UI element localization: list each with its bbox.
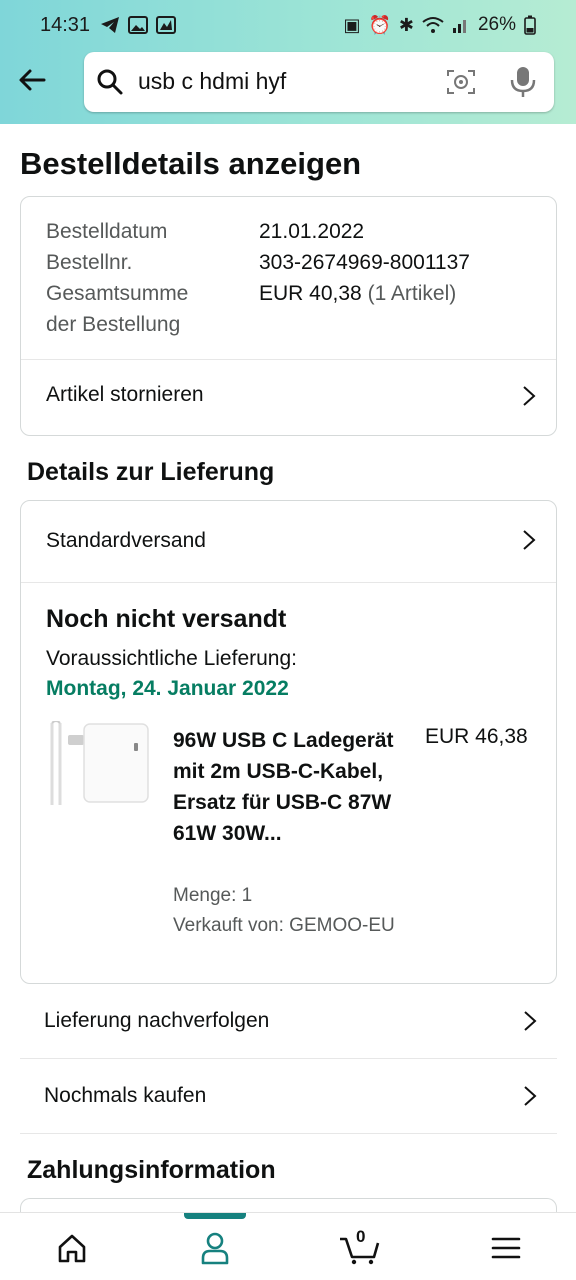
menu-icon[interactable] xyxy=(486,1231,526,1265)
chevron-right-icon xyxy=(524,1086,537,1106)
bluetooth-icon: ✱ xyxy=(398,15,414,35)
bottom-navigation: 0 xyxy=(0,1212,576,1280)
divider xyxy=(21,359,556,360)
payment-section-title: Zahlungsinformation xyxy=(27,1156,276,1184)
product-seller: Verkauft von: GEMOO-EU xyxy=(173,915,395,936)
product-price: EUR 46,38 xyxy=(425,725,528,748)
order-total-label: Gesamtsumme xyxy=(46,282,188,306)
signal-icon xyxy=(452,20,466,33)
microphone-icon[interactable] xyxy=(510,66,536,98)
back-arrow-icon[interactable] xyxy=(16,64,48,96)
delivery-card: Standardversand Noch nicht versandt Vora… xyxy=(20,500,557,984)
chart-icon xyxy=(156,16,177,34)
account-icon[interactable] xyxy=(195,1231,235,1265)
active-tab-indicator xyxy=(184,1213,246,1219)
track-delivery-row[interactable]: Lieferung nachverfolgen xyxy=(20,985,557,1059)
order-summary-card: Bestelldatum 21.01.2022 Bestellnr. 303-2… xyxy=(20,196,557,436)
image-icon xyxy=(128,16,149,34)
product-quantity: Menge: 1 xyxy=(173,885,253,906)
track-delivery-label: Lieferung nachverfolgen xyxy=(44,1009,270,1032)
delivery-eta-date: Montag, 24. Januar 2022 xyxy=(46,677,289,700)
home-icon[interactable] xyxy=(52,1231,92,1265)
system-icons: ▣ ⏰ ✱ 26% xyxy=(343,14,536,36)
app-header: 14:31 ▣ ⏰ ✱ 26% usb c hdmi hyf xyxy=(0,0,576,124)
buy-again-label: Nochmals kaufen xyxy=(44,1084,207,1107)
order-total-items: (1 Artikel) xyxy=(367,282,457,305)
shipment-status: Noch nicht versandt xyxy=(46,605,287,633)
product-title[interactable]: 96W USB C Ladegerät mit 2m USB-C-Kabel, … xyxy=(173,725,403,849)
search-icon xyxy=(97,69,123,95)
order-date-value: 21.01.2022 xyxy=(259,220,365,243)
battery-percent: 26% xyxy=(477,14,516,35)
product-image[interactable] xyxy=(46,721,150,809)
cart-button[interactable]: 0 xyxy=(338,1227,382,1265)
order-number-value: 303-2674969-8001137 xyxy=(259,251,470,274)
page-title: Bestelldetails anzeigen xyxy=(20,146,362,181)
chevron-right-icon xyxy=(523,530,536,550)
search-input[interactable]: usb c hdmi hyf xyxy=(84,52,554,112)
camera-search-icon[interactable] xyxy=(446,68,476,96)
search-row: usb c hdmi hyf xyxy=(0,52,576,112)
cancel-items-link[interactable]: Artikel stornieren xyxy=(46,383,204,407)
delivery-eta-label: Voraussichtliche Lieferung: xyxy=(46,647,297,670)
status-time: 14:31 xyxy=(40,13,91,36)
alarm-icon: ⏰ xyxy=(368,15,391,35)
wifi-icon xyxy=(422,17,444,33)
order-total-label-2: der Bestellung xyxy=(46,313,180,337)
divider xyxy=(21,582,556,583)
search-query: usb c hdmi hyf xyxy=(138,68,287,94)
order-total-label-line1: Gesamtsumme xyxy=(46,282,189,305)
cart-count: 0 xyxy=(356,1227,366,1246)
order-number-label: Bestellnr. xyxy=(46,251,133,274)
telegram-icon xyxy=(101,17,120,33)
chevron-right-icon xyxy=(524,1011,537,1031)
order-total-amount: EUR 40,38 xyxy=(259,282,362,305)
notification-icons xyxy=(100,16,177,34)
delivery-section-title: Details zur Lieferung xyxy=(27,458,275,486)
order-total-value: EUR 40,38 (1 Artikel) xyxy=(259,282,456,306)
battery-icon xyxy=(524,15,536,35)
order-date-label: Bestelldatum xyxy=(46,220,168,243)
status-bar: 14:31 ▣ ⏰ ✱ 26% xyxy=(0,0,576,50)
chevron-right-icon xyxy=(523,386,536,406)
buy-again-row[interactable]: Nochmals kaufen xyxy=(20,1060,557,1134)
order-total-label-line2: der Bestellung xyxy=(46,313,181,336)
shipping-method-link[interactable]: Standardversand xyxy=(46,529,206,553)
lock-icon: ▣ xyxy=(343,15,361,35)
